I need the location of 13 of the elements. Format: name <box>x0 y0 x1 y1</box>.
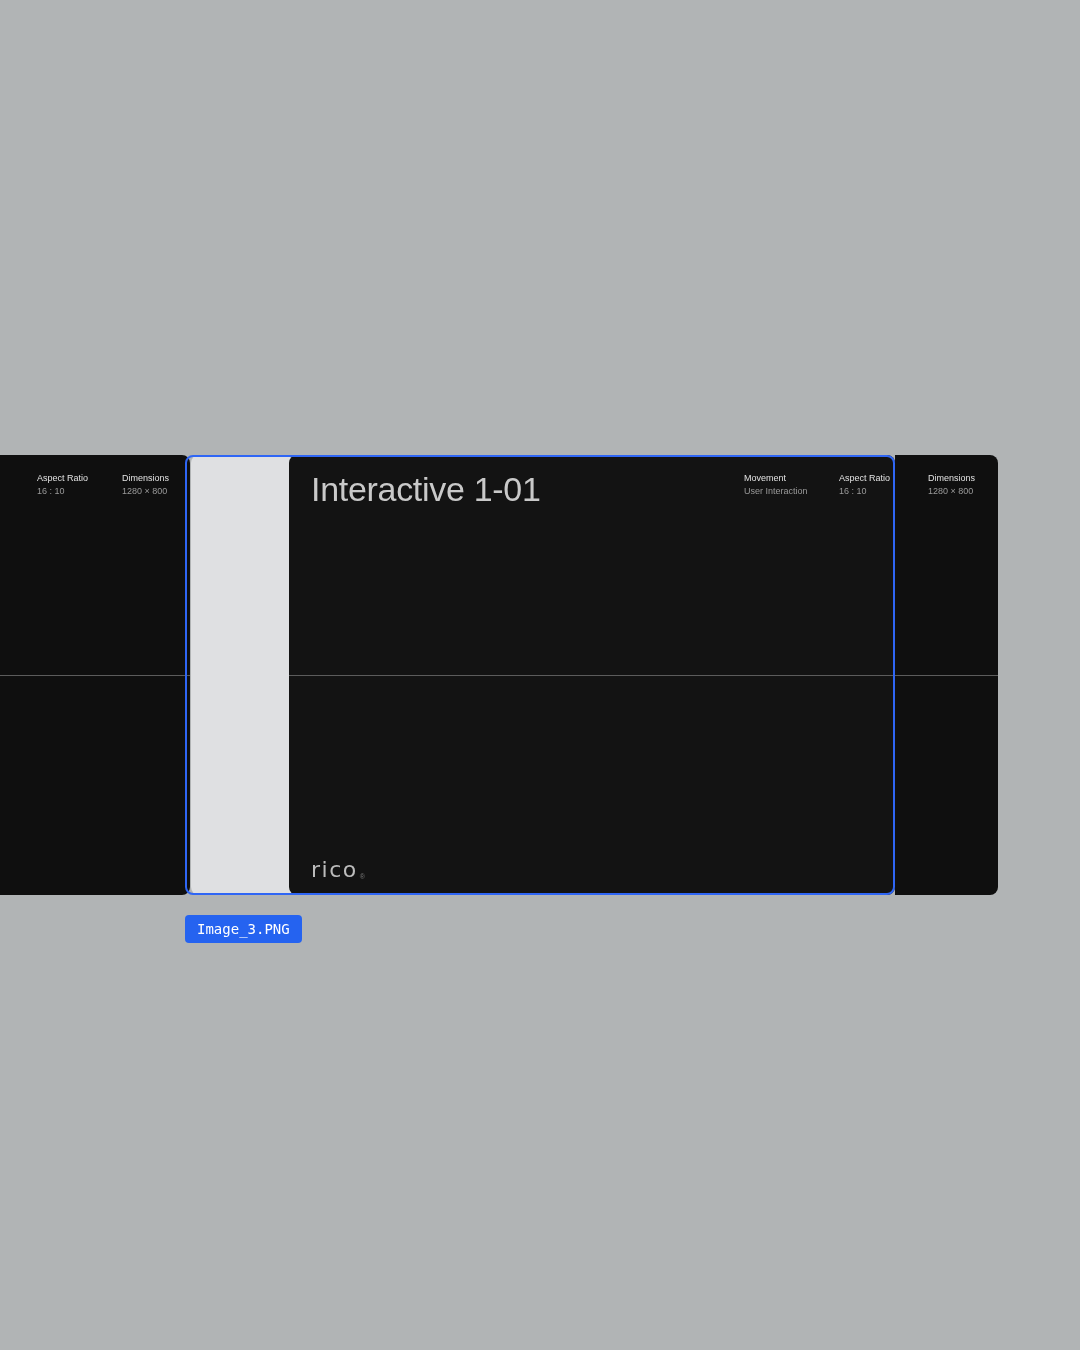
meta-label: Aspect Ratio <box>838 473 890 484</box>
meta-label: Dimensions <box>928 473 976 484</box>
meta-value: 16 : 10 <box>37 486 66 497</box>
meta-label: Movement <box>743 473 787 484</box>
meta-value: 1280 × 800 <box>122 486 169 497</box>
meta-label: Dimensions <box>122 473 170 484</box>
brand-logo: rico <box>311 859 358 881</box>
slide-title: Interactive 1-01 <box>311 469 541 509</box>
meta-value: 1280 × 800 <box>928 486 975 497</box>
meta-value: User Interaction <box>743 486 809 497</box>
meta-value: 16 : 10 <box>838 486 868 497</box>
meta-label: Aspect Ratio <box>37 473 90 484</box>
file-name-tag[interactable]: Image_3.PNG <box>185 915 302 943</box>
